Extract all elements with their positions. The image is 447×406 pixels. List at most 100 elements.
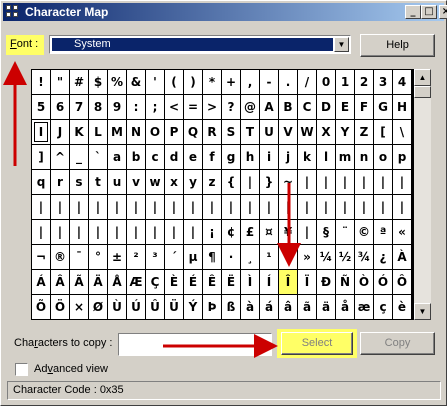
character-cell[interactable]: l bbox=[317, 145, 335, 169]
character-cell[interactable]: à bbox=[241, 295, 259, 319]
select-button[interactable]: Select bbox=[281, 332, 353, 355]
character-cell[interactable]: ¹ bbox=[260, 245, 278, 269]
character-cell[interactable]: ¼ bbox=[317, 245, 335, 269]
character-cell[interactable]: Á bbox=[32, 270, 50, 294]
character-cell[interactable]: K bbox=[70, 120, 88, 144]
character-cell[interactable]: L bbox=[89, 120, 107, 144]
character-cell[interactable]: T bbox=[241, 120, 259, 144]
character-cell[interactable]: ¬ bbox=[32, 245, 50, 269]
character-cell[interactable]: H bbox=[393, 95, 411, 119]
character-cell[interactable]: v bbox=[127, 170, 145, 194]
character-cell[interactable]: Û bbox=[146, 295, 164, 319]
character-cell[interactable]: | bbox=[127, 220, 145, 244]
character-cell[interactable]: | bbox=[32, 195, 50, 219]
character-cell[interactable]: ^ bbox=[51, 145, 69, 169]
character-cell[interactable]: ` bbox=[89, 145, 107, 169]
character-cell[interactable]: V bbox=[279, 120, 297, 144]
character-cell[interactable]: | bbox=[70, 195, 88, 219]
character-cell[interactable]: | bbox=[355, 195, 373, 219]
close-button[interactable]: × bbox=[439, 5, 447, 19]
character-cell[interactable]: ¯ bbox=[70, 245, 88, 269]
character-cell[interactable]: É bbox=[184, 270, 202, 294]
character-cell[interactable]: | bbox=[241, 170, 259, 194]
character-cell[interactable]: | bbox=[89, 195, 107, 219]
character-grid[interactable]: ! " # $% & '() * +, -./0 1 2 3 4 5 6 7 8 9:; < = >? @ A B C D E F G H… bbox=[31, 69, 414, 320]
character-cell[interactable]: 2 bbox=[355, 70, 373, 94]
character-cell[interactable]: C bbox=[298, 95, 316, 119]
character-cell[interactable]: ³ bbox=[146, 245, 164, 269]
character-cell[interactable]: | bbox=[32, 220, 50, 244]
character-cell[interactable]: E bbox=[336, 95, 354, 119]
character-cell[interactable]: @ bbox=[241, 95, 259, 119]
character-cell[interactable]: X bbox=[317, 120, 335, 144]
character-cell[interactable]: M bbox=[108, 120, 126, 144]
character-cell[interactable]: | bbox=[336, 170, 354, 194]
character-cell[interactable]: Ü bbox=[165, 295, 183, 319]
character-cell[interactable]: ¶ bbox=[203, 245, 221, 269]
character-cell[interactable]: W bbox=[298, 120, 316, 144]
character-cell[interactable]: Z bbox=[355, 120, 373, 144]
character-cell[interactable]: N bbox=[127, 120, 145, 144]
character-cell[interactable]: ° bbox=[89, 245, 107, 269]
character-cell[interactable]: × bbox=[70, 295, 88, 319]
help-button[interactable]: Help bbox=[360, 34, 435, 57]
character-cell[interactable]: ¥ bbox=[279, 220, 297, 244]
character-cell[interactable]: | bbox=[222, 195, 240, 219]
character-cell[interactable]: 9 bbox=[108, 95, 126, 119]
character-cell[interactable]: | bbox=[127, 195, 145, 219]
character-cell[interactable]: | bbox=[393, 170, 411, 194]
character-cell[interactable]: & bbox=[127, 70, 145, 94]
character-cell[interactable]: c bbox=[146, 145, 164, 169]
character-cell[interactable]: f bbox=[203, 145, 221, 169]
character-cell[interactable]: t bbox=[89, 170, 107, 194]
character-cell[interactable]: 4 bbox=[393, 70, 411, 94]
character-cell[interactable]: Ê bbox=[203, 270, 221, 294]
character-cell[interactable]: | bbox=[165, 195, 183, 219]
character-cell[interactable]: % bbox=[108, 70, 126, 94]
character-cell[interactable]: " bbox=[51, 70, 69, 94]
character-cell[interactable]: | bbox=[393, 195, 411, 219]
character-cell[interactable]: . bbox=[279, 70, 297, 94]
character-cell[interactable]: - bbox=[260, 70, 278, 94]
character-cell[interactable]: ½ bbox=[336, 245, 354, 269]
character-cell[interactable]: Ï bbox=[298, 270, 316, 294]
character-cell[interactable]: S bbox=[222, 120, 240, 144]
advanced-view-checkbox[interactable] bbox=[15, 363, 28, 376]
character-cell[interactable]: * bbox=[203, 70, 221, 94]
character-cell[interactable]: Î bbox=[279, 270, 297, 294]
character-cell[interactable]: | bbox=[146, 195, 164, 219]
character-cell[interactable]: ¤ bbox=[260, 220, 278, 244]
character-cell[interactable]: | bbox=[336, 195, 354, 219]
character-cell[interactable]: I bbox=[32, 120, 50, 144]
character-cell[interactable]: [ bbox=[374, 120, 392, 144]
character-cell[interactable]: § bbox=[317, 220, 335, 244]
character-cell[interactable]: < bbox=[165, 95, 183, 119]
character-cell[interactable]: m bbox=[336, 145, 354, 169]
character-cell[interactable]: ? bbox=[222, 95, 240, 119]
character-cell[interactable]: µ bbox=[184, 245, 202, 269]
character-cell[interactable]: b bbox=[127, 145, 145, 169]
character-cell[interactable]: ç bbox=[374, 295, 392, 319]
character-cell[interactable]: 1 bbox=[336, 70, 354, 94]
character-cell[interactable]: y bbox=[184, 170, 202, 194]
character-cell[interactable]: Q bbox=[184, 120, 202, 144]
character-cell[interactable]: Ø bbox=[89, 295, 107, 319]
character-cell[interactable]: £ bbox=[241, 220, 259, 244]
character-cell[interactable]: ã bbox=[298, 295, 316, 319]
character-cell[interactable]: d bbox=[165, 145, 183, 169]
character-cell[interactable]: / bbox=[298, 70, 316, 94]
character-cell[interactable]: ¿ bbox=[374, 245, 392, 269]
character-cell[interactable]: a bbox=[108, 145, 126, 169]
character-cell[interactable]: å bbox=[336, 295, 354, 319]
scroll-down-icon[interactable]: ▼ bbox=[414, 303, 431, 320]
character-cell[interactable]: Ô bbox=[393, 270, 411, 294]
character-cell[interactable]: _ bbox=[70, 145, 88, 169]
font-select[interactable]: System ▼ bbox=[49, 35, 351, 54]
character-cell[interactable]: | bbox=[51, 195, 69, 219]
character-cell[interactable]: © bbox=[355, 220, 373, 244]
character-cell[interactable]: u bbox=[108, 170, 126, 194]
character-cell[interactable]: ¢ bbox=[222, 220, 240, 244]
character-cell[interactable]: \ bbox=[393, 120, 411, 144]
character-cell[interactable]: A bbox=[260, 95, 278, 119]
character-cell[interactable]: ] bbox=[32, 145, 50, 169]
